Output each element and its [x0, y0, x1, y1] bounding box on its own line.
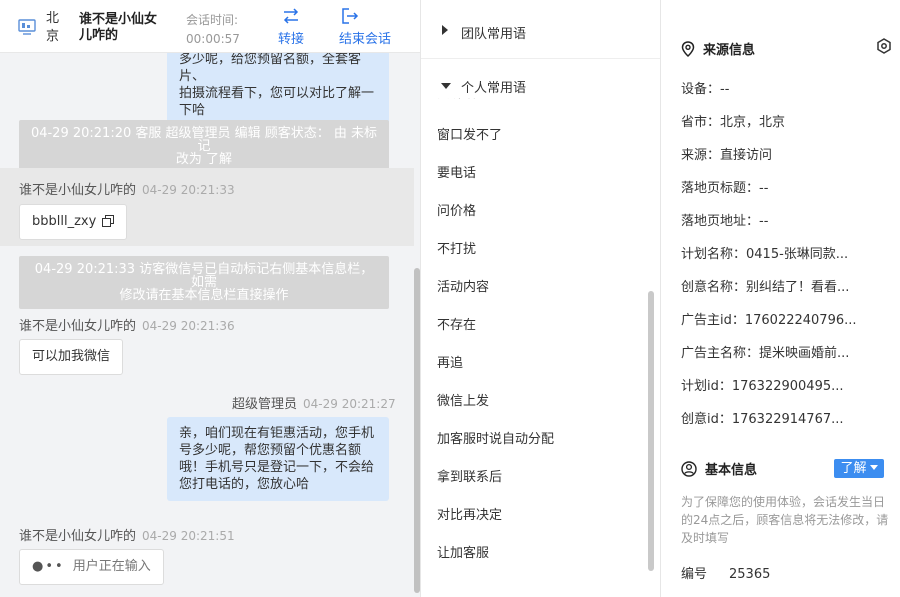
- phrase-item[interactable]: 拿到联系后: [437, 466, 502, 485]
- phrases-pane: 团队常用语 安娜拍 个人常用语 窗口发不了 要电话 问价格 不打扰 活动内容 不…: [421, 0, 661, 597]
- phrase-item[interactable]: 对比再决定: [437, 504, 502, 523]
- session-time-label: 会话时间:: [186, 13, 239, 27]
- exit-icon: [342, 8, 359, 24]
- phrase-item[interactable]: 再追: [437, 352, 463, 371]
- settings-icon[interactable]: [876, 38, 892, 54]
- monitor-icon: [18, 19, 36, 35]
- phrase-item[interactable]: 活动内容: [437, 276, 489, 295]
- session-time-value: 00:00:57: [186, 32, 240, 46]
- info-plan-id: 计划id：176322900495...: [681, 379, 844, 394]
- customer-info-pane: 来源信息 设备：-- 省市：北京，北京 来源：直接访问 落地页标题：-- 落地页…: [661, 0, 900, 597]
- chat-message-list[interactable]: 多少呢，给您预留名额，全套客片、 拍摄流程看下，您可以对比了解一 下哈 04-2…: [0, 53, 414, 597]
- customer-city: 北京: [46, 11, 60, 44]
- info-creative-id: 创意id：176322914767...: [681, 412, 844, 427]
- phrase-item[interactable]: 问价格: [437, 200, 476, 219]
- info-advertiser-id: 广告主id：176022240796...: [681, 313, 857, 328]
- info-plan-name: 计划名称：0415-张琳同款...: [681, 247, 849, 262]
- end-session-label: 结束会话: [339, 32, 392, 47]
- phrase-item[interactable]: 窗口发不了: [437, 124, 502, 143]
- typing-dots-icon: ●••: [32, 559, 65, 574]
- phrase-item[interactable]: 加客服时说自动分配: [437, 428, 554, 447]
- copy-icon[interactable]: [102, 215, 115, 227]
- message-sender: 超级管理员 04-29 20:21:27: [232, 397, 396, 412]
- agent-message-bubble: 多少呢，给您预留名额，全套客片、 拍摄流程看下，您可以对比了解一 下哈: [167, 53, 389, 127]
- user-icon: [681, 461, 697, 477]
- phrase-item[interactable]: 让加客服: [437, 542, 489, 561]
- phrase-item[interactable]: 微信上发: [437, 390, 489, 409]
- basic-info-title: 基本信息: [681, 459, 757, 478]
- chat-header: 北京 谁不是小仙女儿咋的 会话时间: 00:00:57 转接 结束会话: [0, 0, 420, 53]
- message-sender: 谁不是小仙女儿咋的 04-29 20:21:33: [19, 183, 235, 198]
- caret-down-icon: [441, 83, 451, 89]
- chevron-down-icon: [869, 465, 878, 470]
- customer-status-dropdown[interactable]: 了解: [834, 459, 884, 478]
- location-pin-icon: [681, 41, 695, 58]
- end-session-button[interactable]: 结束会话: [339, 8, 391, 47]
- chat-pane: 北京 谁不是小仙女儿咋的 会话时间: 00:00:57 转接 结束会话 多少呢，…: [0, 0, 421, 597]
- transfer-icon: [283, 8, 299, 24]
- info-province-city: 省市：北京，北京: [681, 115, 786, 130]
- serial-value: 25365: [729, 567, 771, 582]
- phrase-group-team[interactable]: 团队常用语: [421, 22, 660, 42]
- divider: [421, 58, 660, 59]
- info-device: 设备：--: [681, 82, 730, 97]
- transfer-button[interactable]: 转接: [278, 8, 304, 47]
- caret-right-icon: [442, 25, 448, 35]
- agent-message-bubble: 亲，咱们现在有钜惠活动，您手机 号多少呢，帮您预留个优惠名额 哦！手机号只是登记…: [167, 417, 389, 501]
- info-landing-url: 落地页地址：--: [681, 214, 769, 229]
- chat-scrollbar[interactable]: [414, 268, 420, 593]
- typing-indicator: ●•• 用户正在输入: [19, 549, 164, 585]
- transfer-label: 转接: [278, 32, 305, 47]
- phrase-item[interactable]: 不存在: [437, 314, 476, 333]
- phrase-item[interactable]: 要电话: [437, 162, 476, 181]
- customer-message-bubble: bbblll_zxy: [19, 204, 128, 240]
- serial-number-row: 编号 25365: [681, 563, 770, 582]
- info-advertiser-name: 广告主名称：提米映画婚前...: [681, 346, 850, 361]
- system-note: 04-29 20:21:20 客服 超级管理员 编辑 顾客状态： 由 未标记 改…: [19, 120, 389, 173]
- customer-message-bubble: 可以加我微信: [19, 339, 124, 375]
- info-source: 来源：直接访问: [681, 148, 773, 163]
- edit-notice: 为了保障您的使用体验，会话发生当日的24点之后，顾客信息将无法修改，请及时填写: [681, 495, 889, 545]
- phrase-group-personal[interactable]: 个人常用语: [421, 76, 660, 98]
- message-sender: 谁不是小仙女儿咋的 04-29 20:21:51: [19, 529, 235, 544]
- message-sender: 谁不是小仙女儿咋的 04-29 20:21:36: [19, 319, 235, 334]
- phrase-item[interactable]: 不打扰: [437, 238, 476, 257]
- system-note: 04-29 20:21:33 访客微信号已自动标记右侧基本信息栏，如需 修改请在…: [19, 256, 389, 309]
- phrases-scrollbar[interactable]: [648, 291, 654, 571]
- info-creative-name: 创意名称：别纠结了！看看...: [681, 280, 850, 295]
- source-info-title: 来源信息: [681, 39, 755, 58]
- customer-name: 谁不是小仙女儿咋的: [79, 12, 158, 43]
- serial-label: 编号: [681, 567, 708, 582]
- info-landing-title: 落地页标题：--: [681, 181, 769, 196]
